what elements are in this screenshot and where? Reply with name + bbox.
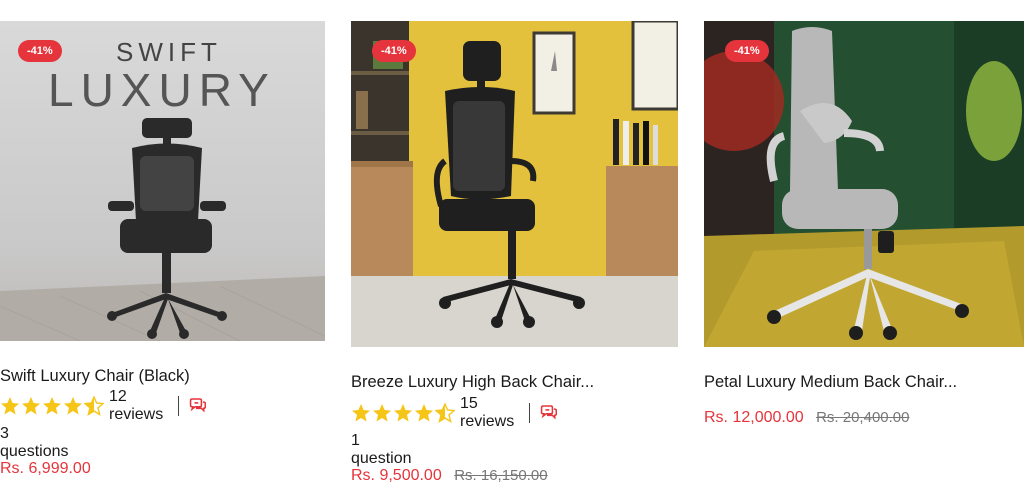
question-chat-icon[interactable] bbox=[540, 403, 558, 423]
product-title[interactable]: Petal Luxury Medium Back Chair... bbox=[704, 373, 957, 392]
price-row: Rs. 6,999.00 bbox=[0, 460, 91, 478]
review-count[interactable]: 12 reviews bbox=[109, 388, 168, 424]
question-count[interactable]: 1 question bbox=[351, 432, 412, 468]
discount-badge: -41% bbox=[725, 40, 769, 62]
discount-badge: -41% bbox=[372, 40, 416, 62]
image-overlay-line2: LUXURY bbox=[48, 64, 276, 116]
sale-price: Rs. 6,999.00 bbox=[0, 460, 91, 477]
star-icon bbox=[1, 397, 19, 415]
rating-row[interactable]: 12 reviews bbox=[0, 388, 207, 423]
product-image-petal[interactable] bbox=[704, 21, 1024, 347]
sale-price: Rs. 12,000.00 bbox=[704, 409, 804, 426]
product-title[interactable]: Swift Luxury Chair (Black) bbox=[0, 367, 190, 386]
review-count[interactable]: 15 reviews bbox=[460, 395, 519, 431]
compare-price: Rs. 16,150.00 bbox=[454, 467, 548, 484]
divider bbox=[529, 403, 531, 423]
star-icon bbox=[22, 397, 40, 415]
rating-row[interactable]: 15 reviews bbox=[351, 395, 558, 430]
question-count[interactable]: 3 questions bbox=[0, 425, 69, 461]
star-rating bbox=[0, 396, 104, 416]
divider bbox=[178, 396, 180, 416]
half-star-icon bbox=[435, 403, 455, 423]
product-image-swift[interactable]: SWIFT LUXURY bbox=[0, 21, 325, 341]
product-image-breeze[interactable] bbox=[351, 21, 678, 347]
star-icon bbox=[373, 404, 391, 422]
star-icon bbox=[352, 404, 370, 422]
half-star-icon bbox=[84, 396, 104, 416]
product-title[interactable]: Breeze Luxury High Back Chair... bbox=[351, 373, 594, 392]
compare-price: Rs. 20,400.00 bbox=[816, 409, 910, 426]
star-icon bbox=[64, 397, 82, 415]
question-chat-icon[interactable] bbox=[189, 396, 207, 416]
price-row: Rs. 9,500.00 Rs. 16,150.00 bbox=[351, 467, 548, 485]
discount-badge: -41% bbox=[18, 40, 62, 62]
price-row: Rs. 12,000.00 Rs. 20,400.00 bbox=[704, 409, 909, 427]
star-icon bbox=[415, 404, 433, 422]
star-icon bbox=[43, 397, 61, 415]
star-rating bbox=[351, 403, 455, 423]
sale-price: Rs. 9,500.00 bbox=[351, 467, 442, 484]
star-icon bbox=[394, 404, 412, 422]
